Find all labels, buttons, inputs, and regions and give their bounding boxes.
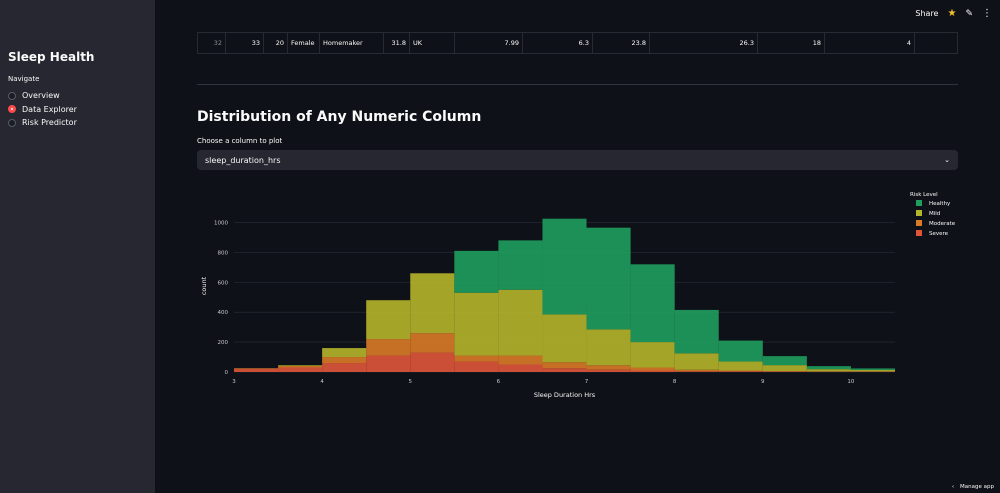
bar-severe <box>674 371 719 372</box>
legend-label: Healthy <box>929 201 951 207</box>
bar-healthy <box>806 366 851 370</box>
bar-mild <box>586 329 631 366</box>
bar-mild <box>542 314 587 363</box>
bar-severe <box>454 361 499 372</box>
bar-moderate <box>542 362 587 369</box>
bar-severe <box>718 371 763 372</box>
x-tick-label: 3 <box>232 379 236 385</box>
bar-severe <box>234 369 279 372</box>
bar-moderate <box>498 355 543 365</box>
legend-label: Severe <box>929 231 949 237</box>
bar-moderate <box>234 368 279 370</box>
x-tick-label: 10 <box>847 379 854 385</box>
bar-moderate <box>366 339 411 356</box>
x-tick-label: 5 <box>409 379 413 385</box>
x-axis-label: Sleep Duration Hrs <box>534 391 596 399</box>
bar-mild <box>850 369 895 372</box>
bar-moderate <box>630 367 675 371</box>
legend-swatch <box>916 230 922 236</box>
y-tick-label: 1000 <box>214 220 228 226</box>
legend-swatch <box>916 200 922 206</box>
y-tick-label: 0 <box>225 370 229 376</box>
bar-mild <box>498 289 543 356</box>
bar-healthy <box>542 218 587 315</box>
manage-app-label: Manage app <box>960 484 994 490</box>
bar-moderate <box>674 369 719 372</box>
bar-healthy <box>850 368 895 370</box>
bar-healthy <box>498 240 543 290</box>
bar-mild <box>762 365 807 372</box>
y-tick-label: 600 <box>218 280 229 286</box>
x-tick-label: 7 <box>585 379 589 385</box>
x-tick-label: 4 <box>320 379 324 385</box>
bar-healthy <box>454 250 499 293</box>
legend-swatch <box>916 210 922 216</box>
bar-mild <box>674 353 719 370</box>
bar-moderate <box>278 366 323 368</box>
bar-severe <box>630 370 675 372</box>
bar-healthy <box>630 264 675 343</box>
bar-severe <box>410 352 455 372</box>
bar-mild <box>454 292 499 356</box>
bar-mild <box>366 300 411 340</box>
bar-mild <box>718 361 763 371</box>
bar-moderate <box>586 365 631 370</box>
y-tick-label: 400 <box>218 310 229 316</box>
histogram-chart: 0 200 400 600 800 1000 3 4 5 6 7 8 9 10 Sleep Duration… <box>200 192 956 399</box>
bar-healthy <box>674 309 719 354</box>
y-tick-label: 800 <box>218 250 229 256</box>
bar-moderate <box>410 333 455 353</box>
bar-severe <box>498 364 543 372</box>
legend-title: Risk Level <box>910 192 938 198</box>
bar-severe <box>278 367 323 372</box>
legend-swatch <box>916 220 922 226</box>
bar-mild <box>278 365 323 367</box>
bar-moderate <box>322 357 367 364</box>
bar-healthy <box>586 227 631 330</box>
bar-healthy <box>718 340 763 362</box>
bar-moderate <box>718 370 763 372</box>
bar-severe <box>366 355 411 372</box>
bar-mild <box>806 369 851 372</box>
bar-severe <box>322 363 367 372</box>
bar-mild <box>630 342 675 368</box>
chevron-left-icon: ‹ <box>951 484 955 490</box>
x-tick-label: 9 <box>761 379 765 385</box>
y-axis-label: count <box>200 276 208 295</box>
manage-app-button[interactable]: ‹ Manage app <box>952 484 994 490</box>
legend-label: Mild <box>929 211 940 217</box>
bar-mild <box>410 273 455 334</box>
x-tick-label: 6 <box>497 379 501 385</box>
legend-label: Moderate <box>929 221 956 227</box>
bar-healthy <box>762 356 807 366</box>
x-tick-label: 8 <box>673 379 677 385</box>
bar-severe <box>586 369 631 372</box>
y-tick-label: 200 <box>218 340 229 346</box>
bar-mild <box>322 348 367 358</box>
bar-moderate <box>454 355 499 362</box>
bar-severe <box>542 368 587 372</box>
